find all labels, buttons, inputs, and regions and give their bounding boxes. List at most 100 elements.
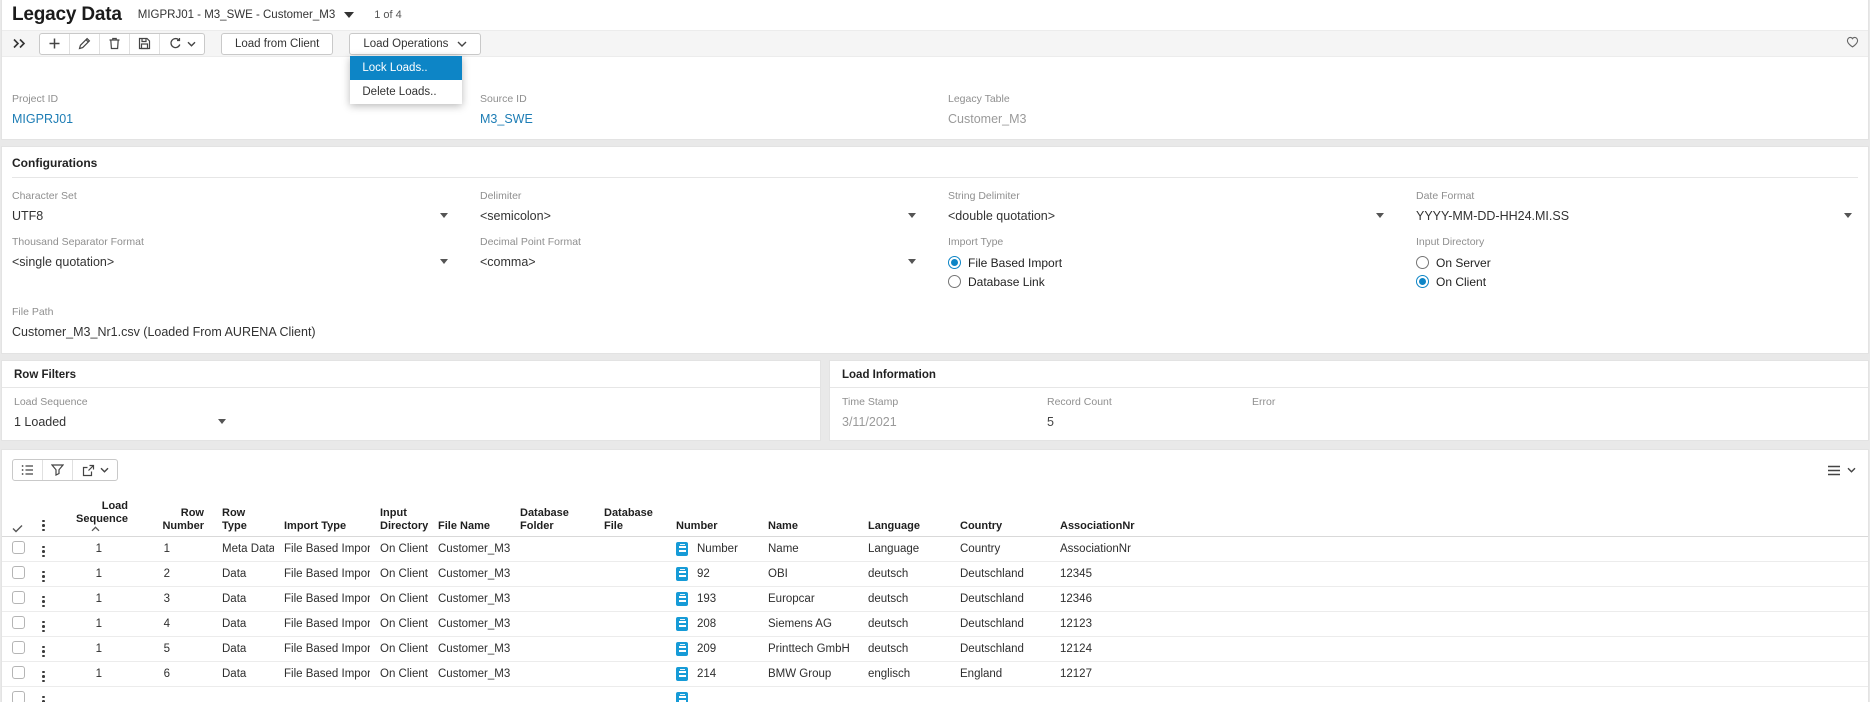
document-icon[interactable]: [676, 542, 688, 556]
cell-load-sequence: 1: [54, 562, 136, 587]
add-button[interactable]: [40, 34, 70, 54]
cell-database-folder: [510, 562, 594, 587]
cell-name: Europcar: [758, 587, 858, 612]
heart-icon[interactable]: [1846, 36, 1859, 48]
cell-association-nr: 12123: [1050, 612, 1170, 637]
cell-row-type: Data: [212, 662, 274, 687]
export-menu-button[interactable]: [73, 460, 117, 480]
table-row[interactable]: 11Meta DataFile Based ImportOn ClientCus…: [2, 537, 1868, 562]
select-all-header[interactable]: [2, 486, 28, 537]
cell-row-number: 5: [136, 637, 212, 662]
col-file-name[interactable]: File Name: [428, 486, 510, 537]
document-icon[interactable]: [676, 617, 688, 631]
load-from-client-button[interactable]: Load from Client: [221, 33, 333, 55]
field-decimal-point: Decimal Point Format <comma>: [480, 236, 922, 291]
menu-item-delete-loads[interactable]: Delete Loads..: [350, 80, 462, 104]
document-icon[interactable]: [676, 692, 688, 702]
col-load-sequence[interactable]: Load Sequence: [54, 486, 136, 537]
col-country[interactable]: Country: [950, 486, 1050, 537]
row-menu-icon[interactable]: [38, 669, 49, 685]
document-icon[interactable]: [676, 567, 688, 581]
col-association-nr[interactable]: AssociationNr: [1050, 486, 1170, 537]
table-row[interactable]: 12DataFile Based ImportOn ClientCustomer…: [2, 562, 1868, 587]
field-label: Date Format: [1416, 190, 1858, 202]
table-row[interactable]: 15DataFile Based ImportOn ClientCustomer…: [2, 637, 1868, 662]
row-menu-icon[interactable]: [38, 644, 49, 660]
radio-on-client[interactable]: On Client: [1416, 272, 1858, 291]
col-number[interactable]: Number: [666, 486, 758, 537]
radio-file-based-import[interactable]: File Based Import: [948, 253, 1390, 272]
delete-button[interactable]: [100, 34, 130, 54]
kebab-icon: [38, 518, 49, 534]
dropdown-arrow-icon: [1376, 213, 1384, 218]
table-settings-button[interactable]: [1827, 465, 1856, 476]
load-sequence-select[interactable]: 1 Loaded: [14, 413, 232, 430]
radio-database-link[interactable]: Database Link: [948, 272, 1390, 291]
record-actions-group: [39, 33, 205, 55]
col-row-type[interactable]: Row Type: [212, 486, 274, 537]
cell-number: 214: [666, 662, 758, 687]
cell-import-type: [274, 687, 370, 702]
edit-button[interactable]: [70, 34, 100, 54]
cell-language: deutsch: [858, 562, 950, 587]
row-checkbox[interactable]: [12, 566, 25, 579]
delimiter-select[interactable]: <semicolon>: [480, 207, 922, 224]
table-row[interactable]: 13DataFile Based ImportOn ClientCustomer…: [2, 587, 1868, 612]
string-delimiter-select[interactable]: <double quotation>: [948, 207, 1390, 224]
row-menu-icon[interactable]: [38, 594, 49, 610]
table-row[interactable]: 16DataFile Based ImportOn ClientCustomer…: [2, 662, 1868, 687]
source-id-link[interactable]: M3_SWE: [480, 110, 922, 127]
filter-button[interactable]: [43, 460, 73, 480]
radio-on-server[interactable]: On Server: [1416, 253, 1858, 272]
table-row[interactable]: [2, 687, 1868, 702]
row-menu-icon[interactable]: [38, 694, 49, 702]
col-input-directory[interactable]: Input Directory: [370, 486, 428, 537]
col-language[interactable]: Language: [858, 486, 950, 537]
project-id-link[interactable]: MIGPRJ01: [12, 110, 454, 127]
record-count-value: 5: [1047, 413, 1252, 430]
row-checkbox[interactable]: [12, 541, 25, 554]
document-icon[interactable]: [676, 642, 688, 656]
date-format-select[interactable]: YYYY-MM-DD-HH24.MI.SS: [1416, 207, 1858, 224]
row-menu-icon[interactable]: [38, 569, 49, 585]
row-checkbox[interactable]: [12, 616, 25, 629]
document-icon[interactable]: [676, 592, 688, 606]
col-row-number[interactable]: Row Number: [136, 486, 212, 537]
record-selector[interactable]: MIGPRJ01 - M3_SWE - Customer_M3: [138, 9, 354, 21]
col-import-type[interactable]: Import Type: [274, 486, 370, 537]
radio-icon: [948, 256, 961, 269]
cell-import-type: File Based Import: [274, 587, 370, 612]
character-set-select[interactable]: UTF8: [12, 207, 454, 224]
table-row[interactable]: 14DataFile Based ImportOn ClientCustomer…: [2, 612, 1868, 637]
cell-database-file: [594, 662, 666, 687]
table-toolbar: [2, 450, 1868, 486]
cell-number: [666, 687, 758, 702]
load-operations-button[interactable]: Load Operations: [349, 33, 481, 55]
decimal-point-select[interactable]: <comma>: [480, 253, 922, 270]
refresh-menu-button[interactable]: [160, 34, 204, 54]
thousand-separator-select[interactable]: <single quotation>: [12, 253, 454, 270]
col-database-folder[interactable]: Database Folder: [510, 486, 594, 537]
col-name[interactable]: Name: [758, 486, 858, 537]
cell-database-file: [594, 562, 666, 587]
row-checkbox[interactable]: [12, 591, 25, 604]
cell-row-type: Data: [212, 562, 274, 587]
cell-name: [758, 687, 858, 702]
document-icon[interactable]: [676, 667, 688, 681]
cell-number: 208: [666, 612, 758, 637]
row-checkbox[interactable]: [12, 641, 25, 654]
save-button[interactable]: [130, 34, 160, 54]
col-database-file[interactable]: Database File: [594, 486, 666, 537]
row-checkbox[interactable]: [12, 666, 25, 679]
cell-country: Deutschland: [950, 562, 1050, 587]
double-chevron-right-icon[interactable]: [12, 37, 27, 50]
list-details-button[interactable]: [13, 460, 43, 480]
row-checkbox[interactable]: [12, 691, 25, 702]
row-menu-icon[interactable]: [38, 619, 49, 635]
row-menu-icon[interactable]: [38, 544, 49, 560]
main-toolbar: Load from Client Load Operations Lock Lo…: [2, 30, 1868, 57]
cell-country: Deutschland: [950, 612, 1050, 637]
menu-item-lock-loads[interactable]: Lock Loads..: [350, 56, 462, 80]
cell-row-number: 1: [136, 537, 212, 562]
field-label: Decimal Point Format: [480, 236, 922, 248]
